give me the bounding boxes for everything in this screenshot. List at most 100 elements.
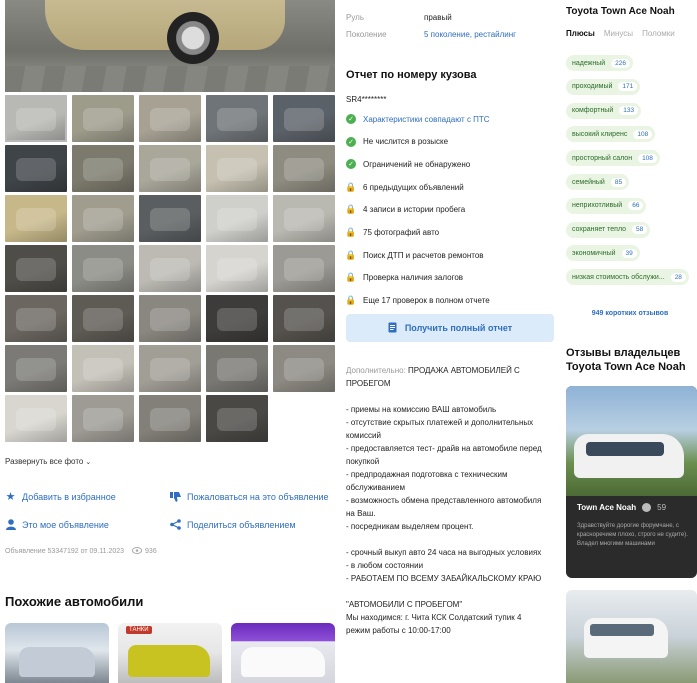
photo-thumbnail[interactable]	[206, 145, 268, 192]
photo-thumbnail[interactable]	[139, 345, 201, 392]
photo-thumbnail[interactable]	[273, 295, 335, 342]
report-check-text[interactable]: Характеристики совпадают с ПТС	[363, 115, 490, 124]
photo-thumbnail[interactable]	[72, 245, 134, 292]
photo-thumbnail[interactable]	[72, 195, 134, 242]
report-check-item: 🔒 Еще 17 проверок в полном отчете	[345, 295, 490, 306]
review-tag[interactable]: комфортный 133	[566, 102, 642, 119]
photo-thumbnail[interactable]	[273, 145, 335, 192]
description-line: - РАБОТАЕМ ПО ВСЕМУ ЗАБАЙКАЛЬСКОМУ КРАЮ	[346, 574, 542, 583]
review-tag[interactable]: низкая стоимость обслужи... 28	[566, 269, 689, 286]
photo-thumbnail[interactable]	[5, 395, 67, 442]
photo-thumbnail[interactable]	[5, 295, 67, 342]
photo-thumbnail[interactable]	[206, 95, 268, 142]
body-number: SR4********	[346, 95, 387, 104]
photo-thumbnail[interactable]	[206, 345, 268, 392]
photo-thumbnail[interactable]	[273, 195, 335, 242]
photo-thumbnail[interactable]	[72, 95, 134, 142]
owner-review-card[interactable]	[566, 590, 697, 683]
photo-thumbnail[interactable]	[5, 95, 67, 142]
photo-thumbnail[interactable]	[5, 245, 67, 292]
main-car-photo[interactable]	[5, 0, 335, 92]
description-line: "АВТОМОБИЛИ С ПРОБЕГОМ"	[346, 600, 463, 609]
get-full-report-button[interactable]: Получить полный отчет	[346, 314, 554, 342]
report-check-item: 🔒 Поиск ДТП и расчетов ремонтов	[345, 250, 483, 260]
photo-thumbnail[interactable]	[5, 195, 67, 242]
review-tag-count: 226	[611, 58, 631, 68]
report-check-text: Еще 17 проверок в полном отчете	[363, 296, 490, 306]
review-car-name: Town Ace Noah 59	[577, 503, 666, 512]
owner-review-card[interactable]: Town Ace Noah 59 Здравствуйте дорогие фо…	[566, 386, 697, 578]
photo-thumbnail[interactable]	[139, 245, 201, 292]
van-shape	[574, 434, 684, 478]
review-tag[interactable]: просторный салон 108	[566, 150, 660, 167]
description-line: - приемы на комиссию ВАШ автомобиль	[346, 405, 497, 414]
spec-row-generation: Поколение 5 поколение, рестайлинг	[346, 30, 516, 39]
tab-cons[interactable]: Минусы	[604, 29, 633, 38]
photo-thumbnail[interactable]	[273, 345, 335, 392]
review-tag-label: высокий клиренс	[572, 130, 628, 138]
tab-breakdowns[interactable]: Поломки	[642, 29, 675, 38]
photo-thumbnail[interactable]	[273, 95, 335, 142]
description-line: - посредникам выделяем процент.	[346, 522, 474, 531]
photo-thumbnail[interactable]	[72, 395, 134, 442]
photo-thumbnail[interactable]	[139, 95, 201, 142]
photo-thumbnail[interactable]	[5, 145, 67, 192]
lock-icon: 🔒	[345, 204, 357, 215]
review-tag[interactable]: семейный 85	[566, 174, 630, 190]
report-check-text: 75 фотографий авто	[363, 228, 440, 237]
description-line: - срочный выкуп авто 24 часа на выгодных…	[346, 548, 542, 557]
description-line: - отсутствие скрытых платежей и дополнит…	[346, 418, 534, 440]
similar-car-card[interactable]	[5, 623, 109, 683]
add-to-favorites-button[interactable]: ★ Добавить в избранное	[5, 491, 116, 503]
similar-car-card[interactable]	[231, 623, 335, 683]
tab-pros[interactable]: Плюсы	[566, 29, 595, 38]
car-shape	[19, 647, 95, 677]
dealer-badge: ТАНКИ	[126, 626, 152, 634]
review-tag[interactable]: высокий клиренс 108	[566, 126, 656, 143]
photo-thumbnail[interactable]	[72, 295, 134, 342]
my-ad-label: Это мое объявление	[22, 519, 109, 530]
photo-thumbnail[interactable]	[206, 395, 268, 442]
photo-thumbnail[interactable]	[139, 145, 201, 192]
share-label: Поделиться объявлением	[187, 519, 296, 530]
share-button[interactable]: Поделиться объявлением	[170, 519, 296, 530]
report-check-item: 🔒 Проверка наличия залогов	[345, 272, 463, 283]
photo-thumbnail[interactable]	[139, 395, 201, 442]
review-tag-count: 39	[621, 248, 637, 258]
lock-icon: 🔒	[345, 272, 357, 283]
description-line: Мы находимся: г. Чита КСК Солдатский туп…	[346, 613, 522, 622]
photo-thumbnail[interactable]	[206, 195, 268, 242]
expand-all-photos-link[interactable]: Развернуть все фото ⌄	[5, 457, 91, 466]
review-tag-label: низкая стоимость обслужи...	[572, 273, 665, 281]
report-check-item: 🔒 75 фотографий авто	[345, 227, 440, 238]
short-reviews-link[interactable]: 949 коротких отзывов	[566, 303, 694, 323]
review-tag[interactable]: проходимый 171	[566, 78, 641, 95]
review-tag[interactable]: экономичный 39	[566, 245, 640, 262]
photo-thumbnail[interactable]	[72, 145, 134, 192]
photo-thumbnail[interactable]	[206, 245, 268, 292]
review-photo	[566, 386, 697, 496]
review-tag[interactable]: сохраняет тепло 58	[566, 221, 651, 238]
similar-car-card[interactable]: ТАНКИ	[118, 623, 222, 683]
spec-key: Руль	[346, 13, 364, 22]
spec-row-wheel: Руль правый	[346, 13, 452, 22]
complain-button[interactable]: Пожаловаться на это объявление	[170, 491, 329, 502]
photo-thumbnail[interactable]	[139, 295, 201, 342]
review-tag[interactable]: надежный 226	[566, 55, 634, 71]
generation-link[interactable]: 5 поколение, рестайлинг	[424, 30, 516, 39]
report-check-text: Ограничений не обнаружено	[363, 159, 471, 169]
eye-icon	[131, 547, 143, 556]
get-full-report-label: Получить полный отчет	[404, 323, 513, 333]
photo-thumbnail[interactable]	[72, 345, 134, 392]
photo-thumbnail[interactable]	[5, 345, 67, 392]
check-circle-icon: ✓	[346, 114, 356, 124]
review-tag[interactable]: неприхотливый 66	[566, 197, 647, 214]
description-line: - возможность обмена представленного авт…	[346, 496, 542, 518]
lock-icon: 🔒	[345, 227, 357, 237]
ad-meta-line: Объявление 53347192 от 09.11.2023 936	[5, 547, 157, 556]
photo-thumbnail[interactable]	[139, 195, 201, 242]
review-tag-label: неприхотливый	[572, 202, 623, 210]
photo-thumbnail[interactable]	[273, 245, 335, 292]
my-ad-button[interactable]: Это мое объявление	[5, 519, 109, 530]
photo-thumbnail[interactable]	[206, 295, 268, 342]
